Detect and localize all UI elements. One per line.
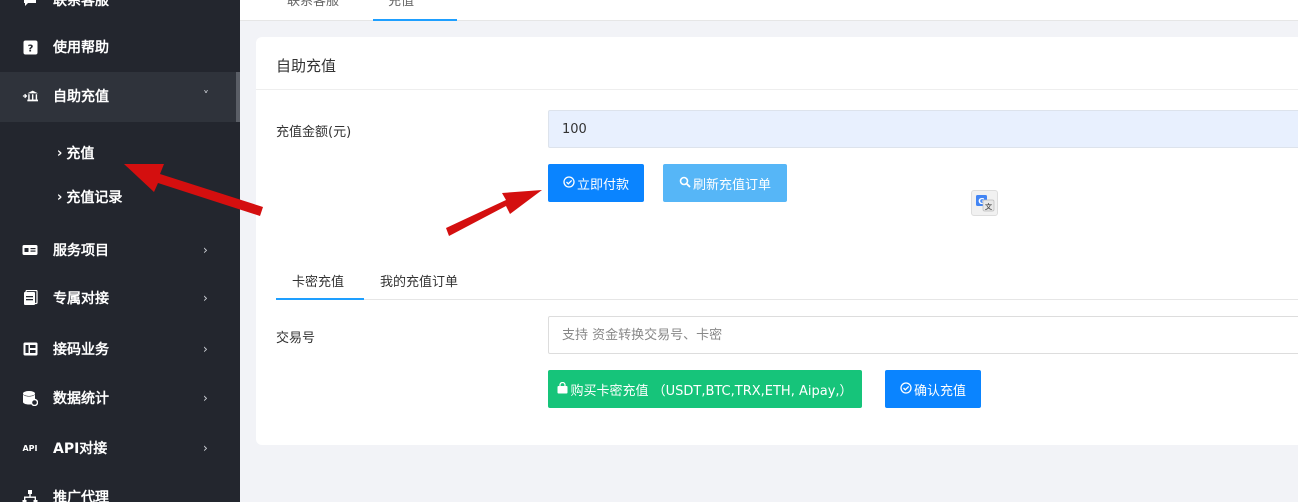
grid-icon xyxy=(22,341,38,357)
search-icon xyxy=(679,176,691,191)
sidebar-item-label: API对接 xyxy=(53,441,108,457)
chevron-right-icon: › xyxy=(203,243,208,257)
sidebar-item-sms-code[interactable]: 接码业务 › xyxy=(0,325,240,373)
trade-no-input[interactable] xyxy=(548,316,1298,354)
sidebar-item-dedicated[interactable]: 专属对接 › xyxy=(0,274,240,322)
chevron-right-icon: › xyxy=(203,441,208,455)
bank-icon xyxy=(22,88,38,104)
sidebar-subitem-recharge-history[interactable]: › 充值记录 xyxy=(57,187,122,207)
sidebar-item-label: 联系客服 xyxy=(53,0,109,9)
top-tab-bar: ⇤ 联系客服 充值 ✕ xyxy=(240,0,1298,21)
card-icon xyxy=(22,242,38,258)
sidebar-item-api[interactable]: API API对接 › xyxy=(0,424,240,472)
database-icon xyxy=(22,390,38,406)
sidebar-subitem-label: 充值记录 xyxy=(66,190,123,206)
tab-contact[interactable]: 联系客服 xyxy=(287,0,339,9)
api-icon: API xyxy=(22,443,38,453)
sidebar-item-label: 使用帮助 xyxy=(53,40,109,56)
tabs-scroll-left-icon[interactable]: ⇤ xyxy=(257,0,266,3)
svg-text:?: ? xyxy=(27,43,33,54)
help-icon: ? xyxy=(22,39,38,55)
sidebar-item-promotion[interactable]: 推广代理 xyxy=(0,473,240,502)
shopping-bag-icon xyxy=(557,381,568,397)
refresh-orders-button[interactable]: 刷新充值订单 xyxy=(663,164,787,202)
recharge-subtabs: 卡密充值 我的充值订单 xyxy=(276,262,1298,300)
network-icon xyxy=(22,489,38,502)
tab-recharge[interactable]: 充值 xyxy=(388,0,414,9)
sidebar-item-help[interactable]: ? 使用帮助 xyxy=(0,23,240,71)
card-title: 自助充值 xyxy=(276,57,337,75)
amount-input[interactable] xyxy=(548,110,1298,148)
sidebar-item-label: 推广代理 xyxy=(53,490,109,502)
tab-my-orders[interactable]: 我的充值订单 xyxy=(380,271,458,290)
tab-card-recharge[interactable]: 卡密充值 xyxy=(292,271,344,290)
chevron-right-icon: › xyxy=(203,291,208,305)
doc-icon xyxy=(22,290,38,306)
sidebar-item-label: 数据统计 xyxy=(53,391,109,407)
chevron-right-icon: › xyxy=(57,189,63,205)
sidebar-item-label: 专属对接 xyxy=(53,291,109,307)
chevron-right-icon: › xyxy=(203,342,208,356)
sidebar-item-recharge[interactable]: 自助充值 ˅ xyxy=(0,72,240,120)
confirm-recharge-button[interactable]: 确认充值 xyxy=(885,370,981,408)
sidebar-subitem-recharge[interactable]: › 充值 xyxy=(57,143,94,163)
sidebar: 联系客服 ? 使用帮助 自助充值 ˅ › 充值 › 充值记录 服务项目 › 专属… xyxy=(0,0,240,502)
close-icon[interactable]: ✕ xyxy=(434,0,442,1)
confirm-recharge-label: 确认充值 xyxy=(913,383,966,399)
chevron-down-icon: ˅ xyxy=(203,89,209,103)
sidebar-item-services[interactable]: 服务项目 › xyxy=(0,226,240,274)
sidebar-item-label: 接码业务 xyxy=(53,342,109,358)
sidebar-item-contact[interactable]: 联系客服 xyxy=(0,0,240,24)
buy-card-label: 购买卡密充值 （USDT,BTC,TRX,ETH, Aipay,） xyxy=(570,383,853,399)
check-circle-icon xyxy=(900,381,912,397)
sidebar-subitem-label: 充值 xyxy=(66,146,95,162)
trade-no-label: 交易号 xyxy=(276,331,316,346)
subtab-active-indicator xyxy=(276,298,364,300)
check-circle-icon xyxy=(563,175,575,191)
pay-now-button[interactable]: 立即付款 xyxy=(548,164,644,202)
pay-now-label: 立即付款 xyxy=(576,177,629,193)
sidebar-item-label: 服务项目 xyxy=(53,243,109,259)
refresh-orders-label: 刷新充值订单 xyxy=(692,177,771,193)
chat-icon xyxy=(22,0,38,8)
tab-active-indicator xyxy=(373,19,457,21)
chevron-right-icon: › xyxy=(57,145,63,161)
card-divider xyxy=(256,89,1298,90)
svg-text:文: 文 xyxy=(985,202,993,211)
sidebar-item-statistics[interactable]: 数据统计 › xyxy=(0,374,240,422)
translate-icon[interactable]: G文 xyxy=(971,190,998,216)
sidebar-item-label: 自助充值 xyxy=(53,89,109,105)
buy-card-button[interactable]: 购买卡密充值 （USDT,BTC,TRX,ETH, Aipay,） xyxy=(548,370,862,408)
amount-label: 充值金额(元) xyxy=(276,125,352,140)
chevron-right-icon: › xyxy=(203,391,208,405)
